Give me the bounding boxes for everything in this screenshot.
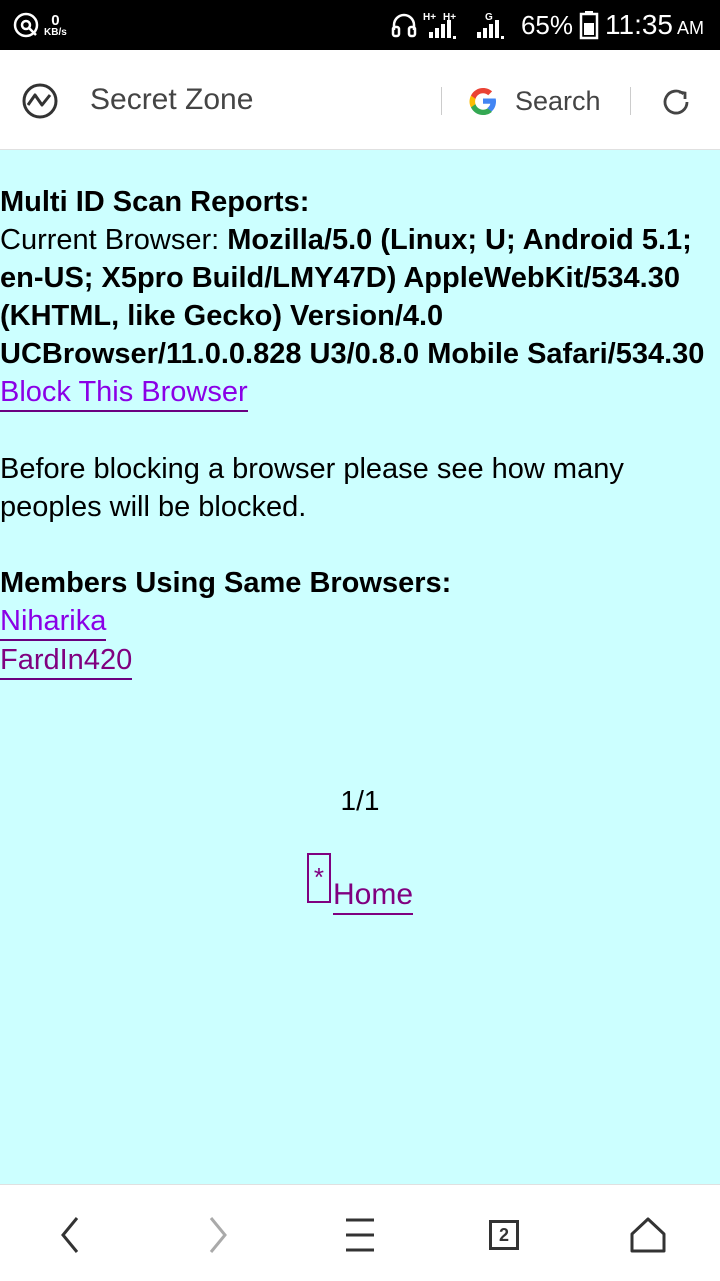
data-saver-icon bbox=[13, 12, 39, 38]
current-browser: Current Browser: Mozilla/5.0 (Linux; U; … bbox=[0, 221, 720, 373]
bottom-nav: 2 bbox=[0, 1184, 720, 1281]
battery-percent: 65% bbox=[520, 9, 573, 40]
network-speed: 0 KB/s bbox=[44, 13, 67, 38]
clock: 11:35 AM bbox=[605, 9, 704, 41]
network-type-1: H+ bbox=[423, 12, 436, 23]
battery-icon bbox=[579, 11, 599, 40]
menu-button[interactable] bbox=[338, 1213, 382, 1257]
report-heading: Multi ID Scan Reports: bbox=[0, 186, 310, 218]
page-content: Multi ID Scan Reports: Current Browser: … bbox=[0, 150, 720, 680]
network-speed-unit: KB/s bbox=[44, 26, 67, 38]
block-notice: Before blocking a browser please see how… bbox=[0, 453, 624, 523]
page-indicator: 1/1 bbox=[340, 785, 380, 816]
status-right: H+ H+ G 65% 11:35 AM bbox=[391, 0, 704, 50]
network-speed-value: 0 bbox=[51, 11, 60, 29]
refresh-icon[interactable] bbox=[659, 85, 693, 119]
tabs-icon: 2 bbox=[489, 1220, 519, 1250]
address-divider bbox=[630, 87, 631, 115]
signal-icon-1: H+ H+ bbox=[423, 12, 456, 39]
back-button[interactable] bbox=[48, 1213, 92, 1257]
home-star-icon: * bbox=[306, 853, 331, 903]
address-divider bbox=[441, 87, 442, 115]
tabs-button[interactable]: 2 bbox=[482, 1213, 526, 1257]
block-browser-link[interactable]: Block This Browser bbox=[0, 374, 248, 412]
search-button[interactable]: Search bbox=[515, 82, 601, 120]
members-heading: Members Using Same Browsers: bbox=[0, 567, 452, 599]
address-bar: Secret Zone Search bbox=[0, 50, 720, 150]
chevron-right-icon bbox=[209, 1217, 227, 1253]
network-type-3: G bbox=[485, 12, 493, 23]
site-speed-icon[interactable] bbox=[20, 81, 60, 121]
status-left: 0 KB/s bbox=[12, 8, 67, 42]
signal-icon-2: G bbox=[476, 12, 504, 39]
tab-count: 2 bbox=[498, 1224, 509, 1245]
google-icon[interactable] bbox=[466, 84, 500, 118]
site-title[interactable]: Secret Zone bbox=[90, 80, 253, 120]
current-browser-label: Current Browser: bbox=[0, 224, 228, 256]
home-icon bbox=[630, 1217, 666, 1253]
member-link[interactable]: FardIn420 bbox=[0, 642, 133, 680]
home-row: *Home bbox=[0, 853, 720, 915]
status-bar: 0 KB/s H+ H+ G 65% 11:35 AM bbox=[0, 0, 720, 50]
home-link[interactable]: Home bbox=[332, 877, 414, 915]
headphones-icon bbox=[391, 13, 417, 38]
clock-ampm: AM bbox=[677, 18, 704, 38]
forward-button[interactable] bbox=[196, 1213, 240, 1257]
chevron-left-icon bbox=[61, 1217, 79, 1253]
home-button[interactable] bbox=[626, 1213, 670, 1257]
member-link[interactable]: Niharika bbox=[0, 603, 107, 641]
clock-time: 11:35 bbox=[605, 9, 673, 40]
menu-icon bbox=[346, 1218, 374, 1252]
